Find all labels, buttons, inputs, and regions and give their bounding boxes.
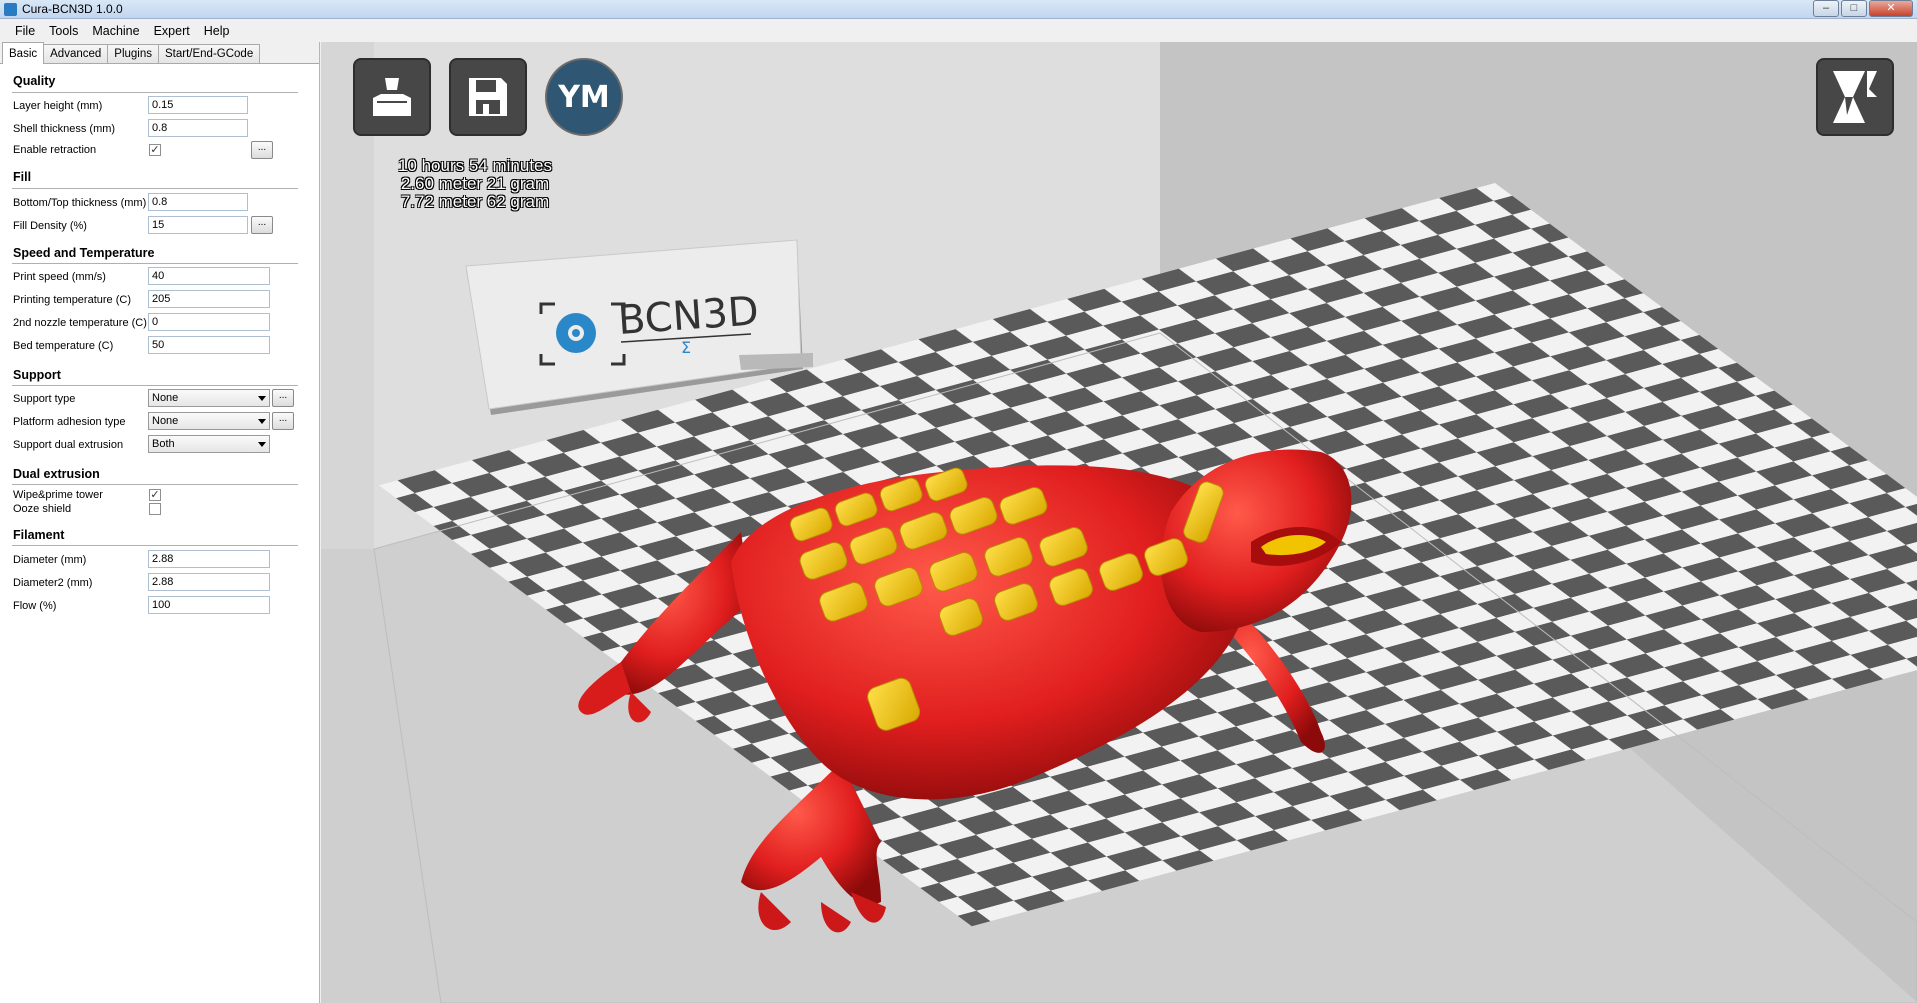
menu-tools[interactable]: Tools: [42, 20, 85, 42]
shell-thickness-field[interactable]: 0.8: [148, 119, 248, 137]
support-dual-extrusion-label: Support dual extrusion: [13, 439, 124, 451]
support-type-select[interactable]: None: [148, 389, 270, 407]
diameter-label: Diameter (mm): [13, 554, 87, 566]
menu-file[interactable]: File: [8, 20, 42, 42]
maximize-button[interactable]: □: [1841, 0, 1867, 17]
divider: [12, 484, 298, 485]
print-estimate: 10 hours 54 minutes 2.60 meter 21 gram 7…: [395, 157, 555, 211]
tab-basic[interactable]: Basic: [2, 42, 45, 64]
settings-tabs: Basic Advanced Plugins Start/End-GCode: [2, 42, 261, 64]
platform-adhesion-value: None: [152, 415, 179, 427]
basic-settings: Quality Layer height (mm) 0.15 Shell thi…: [0, 63, 319, 1003]
support-dual-extrusion-select[interactable]: Both: [148, 435, 270, 453]
print-time: 10 hours 54 minutes: [397, 156, 553, 175]
divider: [12, 545, 298, 546]
diameter-field[interactable]: 2.88: [148, 550, 270, 568]
printing-temperature-label: Printing temperature (C): [13, 294, 131, 306]
retraction-checkbox[interactable]: ✓: [149, 144, 161, 156]
nozzle2-temperature-field[interactable]: 0: [148, 313, 270, 331]
app-icon: [4, 3, 17, 16]
window-controls: – □ ✕: [1813, 0, 1913, 17]
flow-field[interactable]: 100: [148, 596, 270, 614]
youmagine-button[interactable]: YM: [545, 58, 623, 136]
menu-help[interactable]: Help: [197, 20, 237, 42]
layer-height-field[interactable]: 0.15: [148, 96, 248, 114]
flow-label: Flow (%): [13, 600, 57, 612]
close-button[interactable]: ✕: [1869, 0, 1913, 17]
divider: [12, 385, 298, 386]
platform-adhesion-label: Platform adhesion type: [13, 416, 126, 428]
layer-height-label: Layer height (mm): [13, 100, 103, 112]
bed-temperature-field[interactable]: 50: [148, 336, 270, 354]
diameter2-label: Diameter2 (mm): [13, 577, 93, 589]
chevron-down-icon: [258, 419, 266, 424]
shell-thickness-label: Shell thickness (mm): [13, 123, 116, 135]
support-type-settings-button[interactable]: ...: [272, 389, 294, 407]
menu-expert[interactable]: Expert: [147, 20, 197, 42]
support-dual-extrusion-value: Both: [152, 438, 175, 450]
tab-plugins[interactable]: Plugins: [107, 44, 159, 64]
title-bar: Cura-BCN3D 1.0.0 – □ ✕: [0, 0, 1917, 19]
platform-adhesion-select[interactable]: None: [148, 412, 270, 430]
filament-usage-2: 7.72 meter 62 gram: [400, 192, 550, 211]
diameter2-field[interactable]: 2.88: [148, 573, 270, 591]
window-title: Cura-BCN3D 1.0.0: [22, 2, 123, 16]
menu-machine[interactable]: Machine: [85, 20, 146, 42]
logo-sub: Σ: [681, 338, 691, 357]
section-quality-title: Quality: [13, 74, 56, 88]
divider: [12, 263, 298, 264]
chevron-down-icon: [258, 396, 266, 401]
fill-density-label: Fill Density (%): [13, 220, 87, 232]
logo-text: BCN3D: [616, 288, 760, 344]
build-volume-scene: BCN3D Σ: [321, 42, 1917, 1003]
section-dual-extrusion-title: Dual extrusion: [13, 467, 100, 481]
minimize-button[interactable]: –: [1813, 0, 1839, 17]
ooze-shield-checkbox[interactable]: [149, 503, 161, 515]
bed-temperature-label: Bed temperature (C): [13, 340, 114, 352]
section-speed-title: Speed and Temperature: [13, 246, 155, 260]
section-support-title: Support: [13, 368, 61, 382]
save-button[interactable]: [449, 58, 527, 136]
retraction-settings-button[interactable]: ...: [251, 141, 273, 159]
view-mode-icon: [1833, 71, 1877, 123]
chevron-down-icon: [258, 442, 266, 447]
menu-bar: File Tools Machine Expert Help: [0, 20, 1917, 42]
fill-settings-button[interactable]: ...: [251, 216, 273, 234]
nozzle2-temperature-label: 2nd nozzle temperature (C): [13, 317, 147, 329]
section-fill-title: Fill: [13, 170, 32, 184]
divider: [12, 92, 298, 93]
section-filament-title: Filament: [13, 528, 65, 542]
wipe-prime-tower-checkbox[interactable]: ✓: [149, 489, 161, 501]
load-icon: [373, 78, 411, 116]
tab-advanced[interactable]: Advanced: [43, 44, 109, 64]
retraction-label: Enable retraction: [13, 144, 97, 156]
platform-adhesion-settings-button[interactable]: ...: [272, 412, 294, 430]
support-type-value: None: [152, 392, 179, 404]
tab-start-end-gcode[interactable]: Start/End-GCode: [158, 44, 261, 64]
print-speed-label: Print speed (mm/s): [13, 271, 106, 283]
settings-panel: Basic Advanced Plugins Start/End-GCode Q…: [0, 42, 320, 1003]
filament-usage-1: 2.60 meter 21 gram: [400, 174, 550, 193]
ym-icon: YM: [558, 79, 610, 115]
printing-temperature-field[interactable]: 205: [148, 290, 270, 308]
bottom-top-thickness-field[interactable]: 0.8: [148, 193, 248, 211]
divider: [12, 188, 298, 189]
save-icon: [469, 78, 507, 116]
bottom-top-thickness-label: Bottom/Top thickness (mm): [13, 197, 147, 209]
wipe-prime-tower-label: Wipe&prime tower: [13, 489, 103, 501]
fill-density-field[interactable]: 15: [148, 216, 248, 234]
ooze-shield-label: Ooze shield: [13, 503, 72, 515]
view-mode-button[interactable]: [1816, 58, 1894, 136]
support-type-label: Support type: [13, 393, 76, 405]
load-button[interactable]: [353, 58, 431, 136]
3d-viewport[interactable]: BCN3D Σ YM 10 hours 54 minutes 2.60 mete…: [321, 42, 1917, 1003]
print-speed-field[interactable]: 40: [148, 267, 270, 285]
